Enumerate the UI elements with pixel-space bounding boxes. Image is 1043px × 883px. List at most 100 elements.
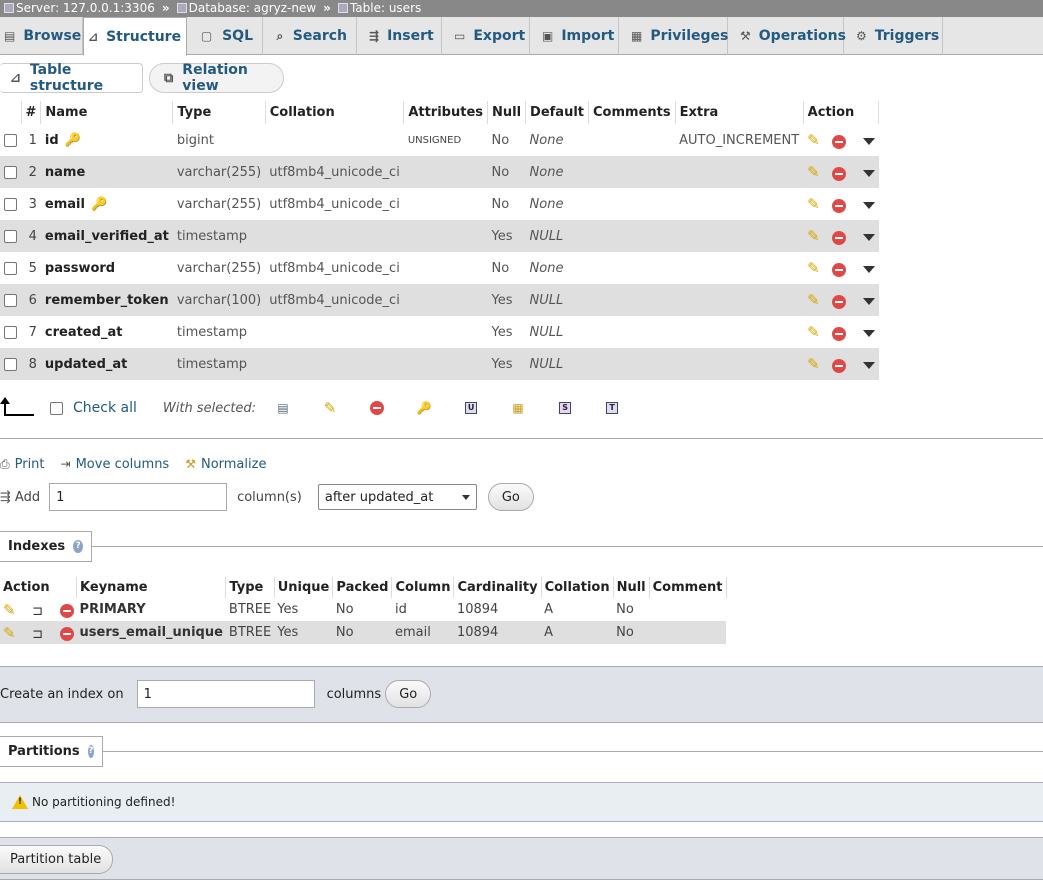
- edit-pencil-icon[interactable]: ✎: [3, 624, 16, 642]
- delete-icon[interactable]: [832, 262, 847, 277]
- column-name[interactable]: updated_at: [40, 348, 173, 380]
- create-index-count-input[interactable]: 1: [136, 680, 315, 708]
- delete-icon[interactable]: [59, 627, 74, 641]
- delete-icon[interactable]: [832, 198, 847, 213]
- more-actions-caret-icon[interactable]: [862, 138, 875, 145]
- check-all-label[interactable]: Check all: [73, 400, 137, 416]
- delete-icon[interactable]: [832, 134, 847, 149]
- table-row: 1 id 🔑 bigint UNSIGNED No None AUTO_INCRE…: [0, 124, 879, 156]
- breadcrumb-table[interactable]: Table: users: [337, 0, 421, 16]
- column-name[interactable]: id: [45, 133, 59, 148]
- row-checkbox[interactable]: [0, 284, 21, 316]
- help-icon[interactable]: ?: [73, 540, 83, 553]
- column-name[interactable]: password: [40, 252, 173, 284]
- subtab-table-structure[interactable]: ⊿ Table structure: [0, 62, 143, 94]
- spatial-icon[interactable]: S: [558, 402, 572, 414]
- fulltext-icon[interactable]: T: [605, 402, 619, 414]
- row-checkbox[interactable]: [0, 188, 21, 220]
- primary-key-icon[interactable]: 🔑: [417, 401, 432, 415]
- more-actions-caret-icon[interactable]: [862, 330, 875, 337]
- edit-pencil-icon[interactable]: ✎: [807, 227, 820, 245]
- checkbox[interactable]: [4, 325, 17, 339]
- unique-icon[interactable]: U: [464, 402, 478, 414]
- tab-sql[interactable]: ▢ SQL: [187, 17, 263, 55]
- checkbox[interactable]: [4, 261, 17, 275]
- help-icon[interactable]: ?: [87, 745, 94, 758]
- delete-icon[interactable]: [832, 294, 847, 309]
- edit-pencil-icon[interactable]: ✎: [807, 355, 820, 373]
- more-actions-caret-icon[interactable]: [862, 234, 875, 241]
- column-name[interactable]: created_at: [40, 316, 173, 348]
- tab-privileges[interactable]: ▦ Privileges: [619, 17, 728, 55]
- checkbox[interactable]: [4, 293, 17, 307]
- breadcrumb-server[interactable]: Server: 127.0.0.1:3306: [4, 0, 155, 16]
- browse-icon[interactable]: ▤: [276, 401, 290, 415]
- tab-structure[interactable]: ⊿ Structure: [83, 17, 187, 56]
- column-header-name[interactable]: Name: [40, 101, 174, 124]
- divider: [0, 546, 1043, 547]
- move-columns-link[interactable]: ⇥ Move columns: [61, 457, 170, 472]
- normalize-link[interactable]: ⚒ Normalize: [185, 457, 266, 472]
- index-header-type: Type: [225, 577, 275, 598]
- edit-pencil-icon[interactable]: ✎: [807, 131, 820, 149]
- browse-icon: ▤: [4, 29, 16, 43]
- tab-insert[interactable]: ⇶ Insert: [357, 17, 442, 55]
- tab-export[interactable]: ▭ Export: [442, 17, 530, 55]
- index-null: No: [613, 598, 650, 621]
- edit-pencil-icon[interactable]: ✎: [323, 399, 337, 417]
- column-extra: [675, 220, 804, 252]
- checkbox[interactable]: [4, 229, 17, 243]
- row-checkbox[interactable]: [0, 348, 21, 380]
- row-checkbox[interactable]: [0, 124, 21, 156]
- more-actions-caret-icon[interactable]: [862, 266, 875, 273]
- row-checkbox[interactable]: [0, 316, 21, 348]
- tab-operations[interactable]: ⚒ Operations: [728, 17, 846, 55]
- checkbox[interactable]: [4, 133, 17, 147]
- column-name[interactable]: email: [45, 197, 85, 212]
- row-checkbox[interactable]: [0, 156, 21, 188]
- column-name[interactable]: name: [40, 156, 173, 188]
- index-icon[interactable]: ▦: [511, 401, 525, 415]
- tab-browse[interactable]: ▤ Browse: [0, 17, 83, 55]
- more-actions-caret-icon[interactable]: [862, 202, 875, 209]
- more-actions-caret-icon[interactable]: [862, 298, 875, 305]
- subtab-relation-view[interactable]: ⧉ Relation view: [149, 62, 284, 94]
- delete-icon[interactable]: [832, 358, 847, 373]
- rename-index-icon[interactable]: ⊐: [32, 627, 43, 642]
- rename-index-icon[interactable]: ⊐: [32, 604, 43, 619]
- create-index-go-button[interactable]: Go: [385, 680, 432, 708]
- row-checkbox[interactable]: [0, 252, 21, 284]
- add-column-go-button[interactable]: Go: [487, 483, 534, 511]
- delete-icon[interactable]: [832, 326, 847, 341]
- breadcrumb-database[interactable]: Database: agryz-new: [176, 0, 316, 16]
- row-checkbox[interactable]: [0, 220, 21, 252]
- checkbox[interactable]: [4, 197, 17, 211]
- column-type: varchar(255): [172, 252, 266, 284]
- add-column-position-select[interactable]: after updated_at: [317, 484, 477, 510]
- tab-search[interactable]: ⌕ Search: [263, 17, 357, 55]
- index-unique: Yes: [274, 598, 333, 621]
- edit-pencil-icon[interactable]: ✎: [807, 291, 820, 309]
- partition-table-button[interactable]: Partition table: [0, 845, 114, 874]
- edit-pencil-icon[interactable]: ✎: [807, 323, 820, 341]
- add-column-count-input[interactable]: 1: [49, 483, 228, 511]
- checkbox[interactable]: [4, 357, 17, 371]
- tab-import[interactable]: ▣ Import: [530, 17, 619, 55]
- edit-pencil-icon[interactable]: ✎: [807, 195, 820, 213]
- print-link[interactable]: ⎙ Print: [0, 457, 45, 472]
- checkbox[interactable]: [4, 165, 17, 179]
- delete-icon[interactable]: [370, 401, 385, 415]
- delete-icon[interactable]: [832, 230, 847, 245]
- edit-pencil-icon[interactable]: ✎: [807, 163, 820, 181]
- column-name[interactable]: email_verified_at: [40, 220, 173, 252]
- column-name[interactable]: remember_token: [40, 284, 173, 316]
- edit-pencil-icon[interactable]: ✎: [3, 601, 16, 619]
- column-extra: [675, 156, 804, 188]
- tab-triggers[interactable]: ⚙ Triggers: [844, 17, 943, 55]
- delete-icon[interactable]: [832, 166, 847, 181]
- edit-pencil-icon[interactable]: ✎: [807, 259, 820, 277]
- check-all-checkbox[interactable]: [50, 401, 63, 415]
- more-actions-caret-icon[interactable]: [862, 362, 875, 369]
- delete-icon[interactable]: [59, 604, 74, 618]
- more-actions-caret-icon[interactable]: [862, 170, 875, 177]
